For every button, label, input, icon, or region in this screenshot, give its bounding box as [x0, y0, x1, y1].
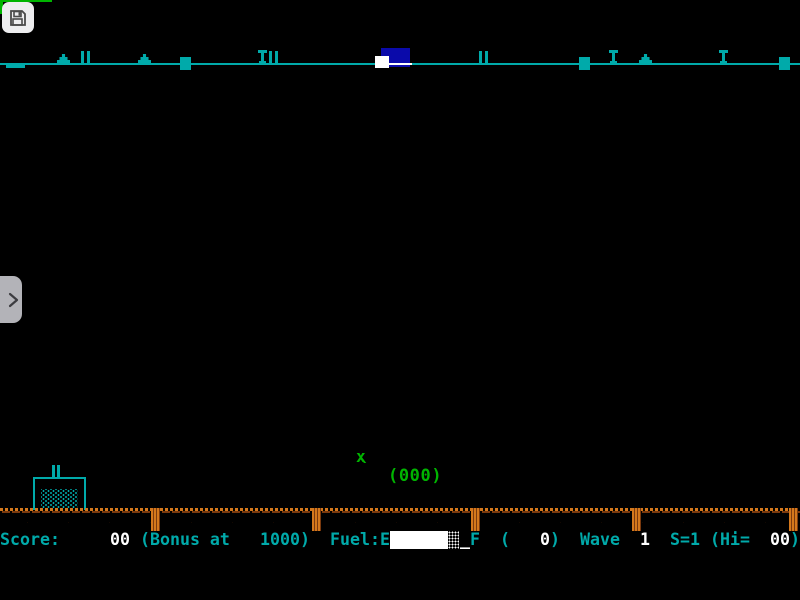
ground-post [471, 508, 480, 531]
helicopter-body: (000) [388, 467, 442, 486]
status-text-segment: ) [790, 529, 800, 551]
save-button[interactable] [2, 2, 34, 33]
status-text-segment: F [470, 529, 480, 551]
game-screen: x ` (000) Score:00(Bonus at1000)Fuel:E_F… [0, 0, 800, 600]
status-text-segment: Wave [580, 529, 620, 551]
ground-post [151, 508, 160, 531]
fuel-depot-fill-pattern [41, 489, 78, 509]
radar-marker-pylon [479, 51, 488, 63]
radar-marker-pyramid [138, 54, 151, 63]
ground-surface [0, 508, 800, 515]
ground-post [312, 508, 321, 531]
radar-marker-square [579, 57, 590, 70]
status-text-segment: 1 [640, 529, 650, 551]
sidebar-toggle-button[interactable] [0, 276, 22, 323]
radar-marker-pad [6, 65, 25, 68]
status-text-segment: 00 [770, 529, 790, 551]
fuel-depot-pipe [57, 465, 60, 478]
ground-post [632, 508, 641, 531]
radar-marker-tee [609, 50, 618, 63]
radar-map [0, 0, 800, 80]
radar-marker-tee [258, 50, 267, 63]
radar-marker-square [180, 57, 191, 70]
status-text-segment: 0 [540, 529, 550, 551]
ground-dirt [0, 516, 800, 530]
radar-marker-pylon [269, 51, 278, 63]
fuel-depot-pipe [52, 465, 55, 478]
status-text-segment: (Bonus at [140, 529, 230, 551]
status-text-segment: Fuel:E [330, 529, 390, 551]
status-text-segment: S=1 [670, 529, 700, 551]
status-text-segment: (Hi= [710, 529, 750, 551]
fuel-gauge-dither [448, 531, 459, 549]
radar-marker-pyramid [57, 54, 70, 63]
radar-player-marker [375, 56, 389, 68]
status-text-segment: ( [500, 529, 510, 551]
floppy-save-icon [8, 8, 28, 28]
radar-marker-tee [719, 50, 728, 63]
status-text-segment: ) [550, 529, 560, 551]
radar-marker-square [779, 57, 790, 70]
status-text-segment: Score: [0, 529, 60, 551]
status-text-segment: 00 [110, 529, 130, 551]
status-text-segment: _ [460, 529, 470, 551]
fuel-depot [33, 477, 86, 510]
radar-viewport-line [389, 63, 412, 65]
radar-marker-pylon [81, 51, 90, 63]
helicopter-tail-tip: ` [358, 460, 371, 482]
chevron-right-icon [0, 291, 20, 309]
ground-post [789, 508, 798, 531]
fuel-gauge-fill [390, 531, 448, 549]
status-text-segment: 1000) [260, 529, 310, 551]
radar-marker-pyramid [639, 54, 652, 63]
